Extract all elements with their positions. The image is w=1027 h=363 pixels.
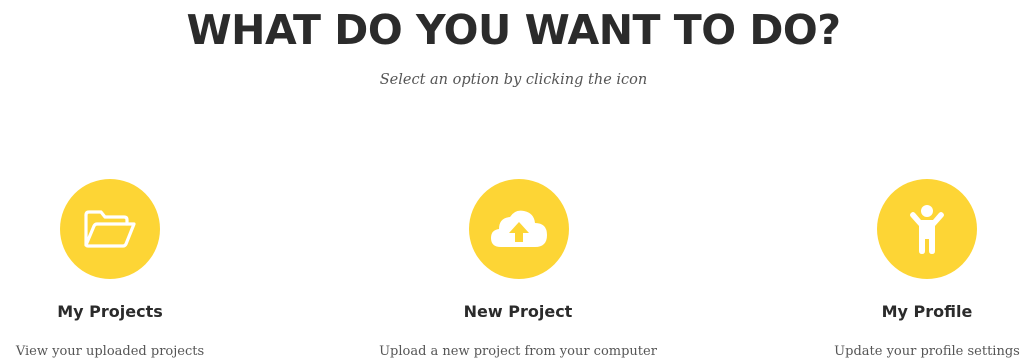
option-my-profile[interactable]: My Profile Update your profile settings xyxy=(827,179,1027,359)
option-my-projects[interactable]: My Projects View your uploaded projects xyxy=(0,179,220,359)
new-project-title: New Project xyxy=(463,302,573,321)
cloud-upload-icon xyxy=(491,210,547,247)
person-icon xyxy=(910,205,944,254)
option-new-project[interactable]: New Project Upload a new project from yo… xyxy=(367,179,669,359)
page-title: WHAT DO YOU WANT TO DO? xyxy=(186,6,841,54)
my-projects-title: My Projects xyxy=(57,302,163,321)
my-profile-description: Update your profile settings xyxy=(834,344,1020,359)
my-projects-icon-button[interactable] xyxy=(60,179,160,279)
my-profile-icon-button[interactable] xyxy=(877,179,977,279)
my-profile-title: My Profile xyxy=(881,302,973,321)
new-project-description: Upload a new project from your computer xyxy=(379,344,657,359)
my-projects-description: View your uploaded projects xyxy=(15,344,205,359)
new-project-icon-button[interactable] xyxy=(469,179,569,279)
page-subtitle: Select an option by clicking the icon xyxy=(379,72,648,88)
folder-open-icon xyxy=(84,210,136,248)
